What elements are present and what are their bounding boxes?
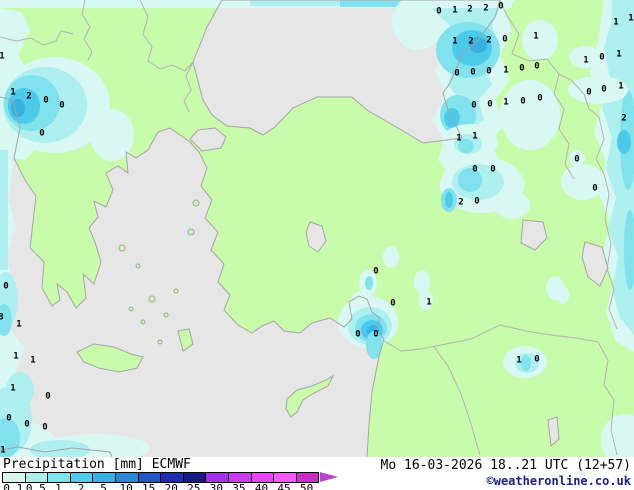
legend-parameter: Precipitation: [3, 457, 105, 472]
colorbar-tick-label: 5: [92, 482, 115, 490]
colorbar-segment: [274, 473, 297, 482]
colorbar-arrow-icon: [320, 472, 338, 482]
colorbar-segment: [252, 473, 275, 482]
colorbar-segment: [139, 473, 162, 482]
colorbar-tick-label: 0.1: [2, 482, 25, 490]
legend-model: ECMWF: [152, 457, 191, 472]
colorbar-segment: [3, 473, 26, 482]
colorbar-segment: [297, 473, 319, 482]
legend-title: Precipitation [mm] ECMWF: [3, 457, 191, 472]
colorbar-segment: [116, 473, 139, 482]
map-canvas: [0, 0, 634, 457]
colorbar-segment: [26, 473, 49, 482]
colorbar-tick-label: 10: [115, 482, 138, 490]
precipitation-map: 1120000311110000101220122010001000010011…: [0, 0, 634, 457]
colorbar-segment: [48, 473, 71, 482]
colorbar-segment: [229, 473, 252, 482]
colorbar-segment: [161, 473, 184, 482]
colorbar-segment: [206, 473, 229, 482]
colorbar-segment: [93, 473, 116, 482]
weather-map-app: 1120000311110000101220122010001000010011…: [0, 0, 634, 490]
legend-unit: [mm]: [113, 457, 144, 472]
colorbar-tick-label: 0.5: [25, 482, 48, 490]
legend-bar: Precipitation [mm] ECMWF Mo 16-03-2026 1…: [0, 457, 634, 490]
colorbar-segment: [184, 473, 207, 482]
colorbar-tick-label: 30: [205, 482, 228, 490]
colorbar-tick-labels: 0.10.5125101520253035404550: [2, 482, 318, 490]
colorbar-tick-label: 15: [137, 482, 160, 490]
colorbar-tick-label: 1: [47, 482, 70, 490]
colorbar-tick-label: 2: [70, 482, 93, 490]
colorbar-tick-label: 35: [228, 482, 251, 490]
colorbar-tick-label: 50: [295, 482, 318, 490]
colorbar-segment: [71, 473, 94, 482]
colorbar-tick-label: 25: [183, 482, 206, 490]
copyright-text: ©weatheronline.co.uk: [487, 474, 632, 488]
colorbar-tick-label: 20: [160, 482, 183, 490]
valid-time-text: Mo 16-03-2026 18..21 UTC (12+57): [381, 458, 631, 473]
colorbar-tick-label: 45: [273, 482, 296, 490]
colorbar-tick-label: 40: [250, 482, 273, 490]
